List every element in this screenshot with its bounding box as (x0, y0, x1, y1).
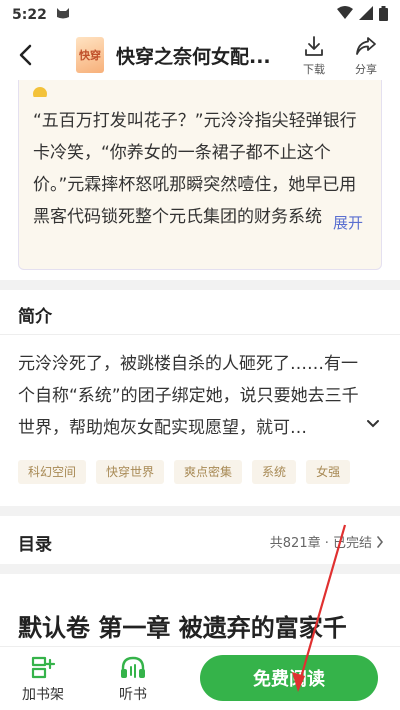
share-label: 分享 (355, 62, 377, 76)
tag-item[interactable]: 系统 (252, 460, 297, 484)
catalog-row[interactable]: 目录 共821章 · 已完结 (0, 516, 400, 564)
quote-text: “五百万打发叫花子？”元泠泠指尖轻弹银行卡冷笑，“你养女的一条裙子都不止这个价。… (33, 111, 357, 227)
tag-item[interactable]: 快穿世界 (96, 460, 165, 484)
download-label: 下载 (303, 62, 325, 76)
share-button[interactable]: 分享 (342, 34, 390, 77)
listen-label: 听书 (119, 687, 147, 703)
chevron-right-icon (377, 535, 384, 548)
book-cover[interactable]: 快穿 (76, 37, 104, 73)
tag-list: 科幻空间 快穿世界 爽点密集 系统 女强 (18, 460, 351, 484)
quote-card[interactable]: “五百万打发叫花子？”元泠泠指尖轻弹银行卡冷笑，“你养女的一条裙子都不止这个价。… (18, 80, 382, 270)
tag-item[interactable]: 科幻空间 (18, 460, 87, 484)
book-cover-text: 快穿 (79, 49, 101, 62)
chapter-preview: 默认卷 第一章 被遗弃的富家千 (0, 574, 400, 650)
quote-section: “五百万打发叫花子？”元泠泠指尖轻弹银行卡冷笑，“你养女的一条裙子都不止这个价。… (0, 80, 400, 280)
tag-item[interactable]: 女强 (306, 460, 351, 484)
catalog-title: 目录 (18, 535, 52, 555)
download-icon (305, 35, 323, 56)
add-bookshelf-label: 加书架 (22, 687, 64, 703)
bottom-action-bar: 加书架 听书 免费阅读 (0, 646, 400, 710)
intro-section: 简介 元泠泠死了，被跳楼自杀的人砸死了……有一个自称“系统”的团子绑定她，说只要… (0, 290, 400, 506)
listen-button[interactable]: 听书 (118, 655, 148, 704)
smile-icon (33, 87, 47, 97)
chevron-left-icon (19, 44, 32, 66)
chevron-down-icon[interactable] (366, 414, 380, 433)
add-bookshelf-icon (31, 656, 56, 679)
cat-icon (55, 6, 71, 24)
expand-link[interactable]: 展开 (333, 212, 363, 233)
top-nav-bar: 快穿 快穿之奈何女配... 下载 分享 (0, 30, 400, 80)
headphones-icon (121, 656, 145, 678)
tag-item[interactable]: 爽点密集 (174, 460, 243, 484)
intro-text[interactable]: 元泠泠死了，被跳楼自杀的人砸死了……有一个自称“系统”的团子绑定她，说只要她去三… (18, 348, 370, 444)
book-title: 快穿之奈何女配... (116, 45, 271, 68)
quote-header-cutoff (33, 87, 367, 97)
back-button[interactable] (10, 35, 40, 75)
chapter-title: 默认卷 第一章 被遗弃的富家千 (18, 614, 347, 642)
battery-icon (379, 5, 388, 25)
add-bookshelf-button[interactable]: 加书架 (22, 655, 64, 704)
status-bar: 5:22 (0, 0, 400, 30)
catalog-info: 共821章 · 已完结 (269, 536, 372, 551)
intro-title: 简介 (18, 307, 52, 327)
wifi-icon (337, 6, 353, 24)
divider (0, 334, 400, 335)
share-icon (356, 36, 376, 55)
download-button[interactable]: 下载 (290, 34, 338, 77)
free-read-button[interactable]: 免费阅读 (200, 655, 378, 701)
status-time: 5:22 (12, 7, 47, 23)
signal-icon (359, 6, 373, 24)
